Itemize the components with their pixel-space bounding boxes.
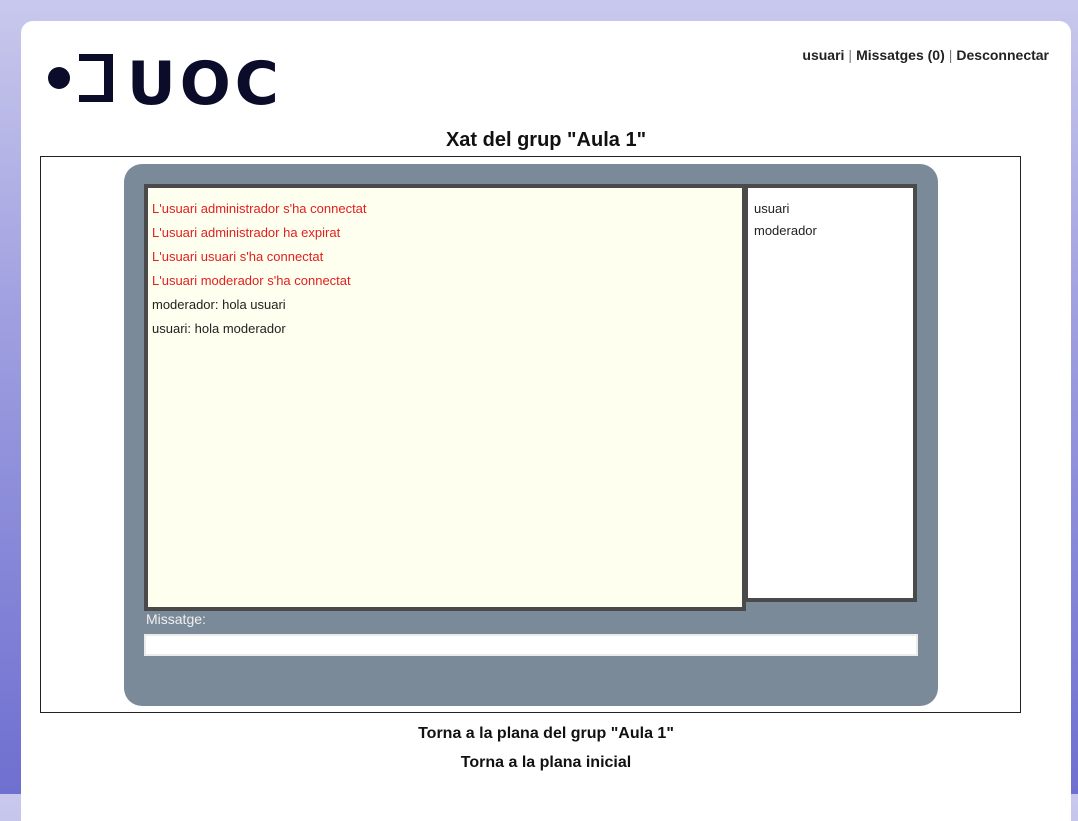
top-navigation: usuari | Missatges (0) | Desconnectar bbox=[802, 47, 1049, 63]
page-title: Xat del grup "Aula 1" bbox=[445, 129, 647, 151]
system-message: L'usuari administrador s'ha connectat bbox=[152, 201, 367, 216]
back-to-group-link[interactable]: Torna a la plana del grup "Aula 1" bbox=[21, 725, 1071, 743]
user-list-item: moderador bbox=[754, 223, 817, 238]
message-label: Missatge: bbox=[146, 611, 206, 627]
users-list-panel: usuari moderador bbox=[744, 184, 917, 602]
user-list-item: usuari bbox=[754, 201, 790, 216]
messages-area: L'usuari administrador s'ha connectat L'u… bbox=[144, 184, 746, 611]
chat-message: moderador: hola usuari bbox=[152, 297, 286, 312]
logo-text: UOC bbox=[127, 49, 283, 110]
user-link[interactable]: usuari bbox=[802, 47, 844, 63]
system-message: L'usuari moderador s'ha connectat bbox=[152, 273, 351, 288]
system-message: L'usuari usuari s'ha connectat bbox=[152, 249, 324, 264]
chat-message: usuari: hola moderador bbox=[152, 321, 286, 336]
system-message: L'usuari administrador ha expirat bbox=[152, 225, 341, 240]
messages-link[interactable]: Missatges (0) bbox=[856, 47, 945, 63]
back-to-home-link[interactable]: Torna a la plana inicial bbox=[21, 754, 1071, 772]
chat-panel: L'usuari administrador s'ha connectat L'u… bbox=[124, 164, 938, 706]
message-input[interactable] bbox=[144, 634, 918, 656]
logout-link[interactable]: Desconnectar bbox=[956, 47, 1049, 63]
chat-frame: L'usuari administrador s'ha connectat L'u… bbox=[40, 156, 1021, 713]
nav-separator: | bbox=[848, 47, 853, 63]
nav-separator: | bbox=[948, 47, 953, 63]
uoc-logo: UOC bbox=[48, 49, 283, 110]
page-container: UOC usuari | Missatges (0) | Desconnectar Xa… bbox=[21, 21, 1071, 821]
